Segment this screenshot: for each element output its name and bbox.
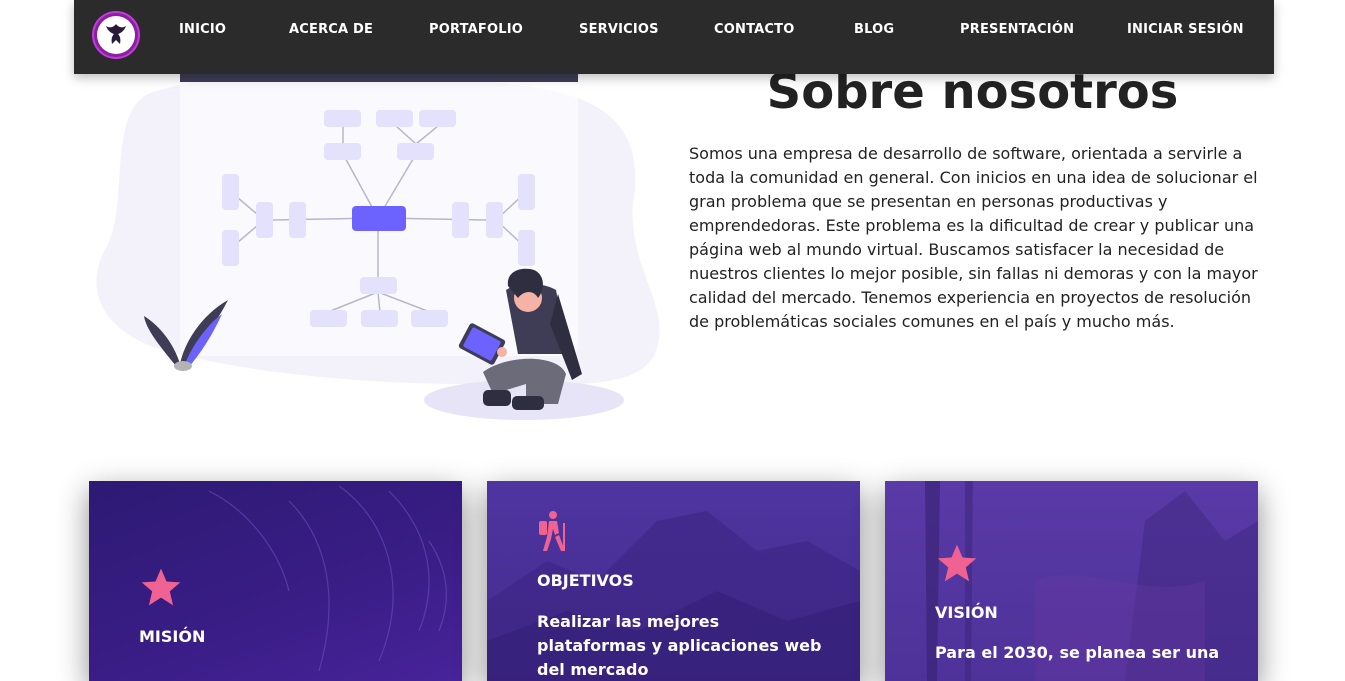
- card-vision: VISIÓN Para el 2030, se planea ser una: [885, 481, 1258, 681]
- card-objetivos: OBJETIVOS Realizar las mejores plataform…: [487, 481, 860, 681]
- card-vision-text: Para el 2030, se planea ser una: [935, 643, 1220, 662]
- card-mision: MISIÓN: [89, 481, 462, 681]
- phoenix-icon: [97, 16, 135, 54]
- nav-contacto[interactable]: CONTACTO: [714, 22, 794, 37]
- nav-servicios[interactable]: SERVICIOS: [579, 22, 659, 37]
- hiker-icon: [539, 511, 565, 551]
- card-objetivos-text: Realizar las mejores plataformas y aplic…: [537, 612, 822, 679]
- mindmap-illustration: [96, 56, 660, 420]
- nav-portafolio[interactable]: PORTAFOLIO: [429, 22, 523, 37]
- about-paragraph: Somos una empresa de desarrollo de softw…: [689, 144, 1258, 331]
- card-objetivos-heading: OBJETIVOS: [537, 571, 634, 590]
- brand-logo[interactable]: [92, 11, 140, 59]
- star-icon: [141, 568, 181, 606]
- card-mision-heading: MISIÓN: [139, 627, 206, 646]
- nav-blog[interactable]: BLOG: [854, 22, 894, 37]
- nav-acerca-de[interactable]: ACERCA DE: [289, 22, 373, 37]
- star-icon: [937, 544, 977, 582]
- nav-inicio[interactable]: INICIO: [179, 22, 226, 37]
- nav-iniciar-sesion[interactable]: INICIAR SESIÓN: [1127, 22, 1244, 37]
- card-vision-heading: VISIÓN: [935, 603, 998, 622]
- navbar: INICIO ACERCA DE PORTAFOLIO SERVICIOS CO…: [74, 0, 1274, 74]
- nav-presentacion[interactable]: PRESENTACIÓN: [960, 22, 1074, 37]
